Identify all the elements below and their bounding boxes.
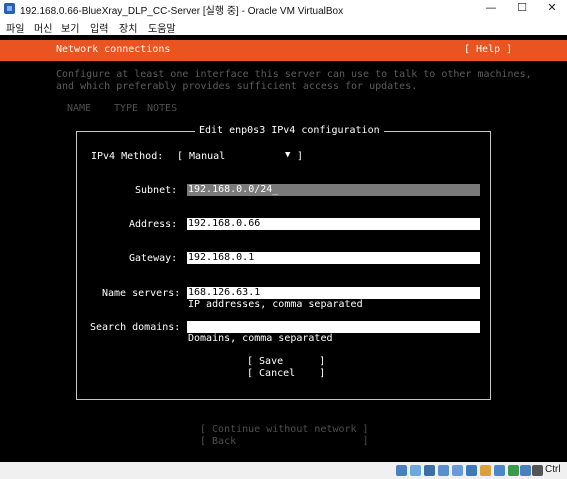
dropdown-arrow-icon[interactable]: ▼ [285,150,290,160]
minimize-button[interactable]: — [476,0,506,17]
column-name: NAME [67,103,92,114]
address-input[interactable]: 192.168.0.66 [187,218,480,230]
vm-screen[interactable]: Network connections [ Help ] Configure a… [0,35,567,462]
usb-icon[interactable] [452,465,463,476]
menu-devices[interactable]: 장치 [119,20,137,35]
display-icon[interactable] [480,465,491,476]
ipv4-method-select[interactable]: [ Manual [177,151,225,162]
menubar: 파일 머신 보기 입력 장치 도움말 [0,17,567,35]
search-domains-hint: Domains, comma separated [188,333,333,344]
vm-statusbar: Ctrl [0,462,567,479]
host-key-label: Ctrl [545,464,561,475]
close-button[interactable]: ✕ [537,0,567,17]
menu-view[interactable]: 보기 [61,20,79,35]
maximize-button[interactable]: ☐ [507,0,537,17]
virtualbox-icon [4,3,15,14]
gateway-input[interactable]: 192.168.0.1 [187,252,480,264]
header-title: Network connections [56,44,171,55]
continue-without-network-button[interactable]: [ Continue without network ] [200,424,369,435]
ipv4-config-dialog: Edit enp0s3 IPv4 configuration IPv4 Meth… [76,125,491,400]
column-notes: NOTES [147,103,178,114]
save-button[interactable]: [ Save ] [247,356,325,367]
menu-input[interactable]: 입력 [90,20,108,35]
cancel-button[interactable]: [ Cancel ] [247,368,325,379]
back-button[interactable]: [ Back ] [200,436,369,447]
column-type: TYPE [114,103,139,114]
cpu-icon[interactable] [508,465,519,476]
optical-drive-icon[interactable] [410,465,421,476]
gateway-label: Gateway: [129,253,178,264]
search-domains-input[interactable] [187,321,480,333]
description-line: and which preferably provides sufficient… [56,81,418,92]
hard-disk-icon[interactable] [396,465,407,476]
name-servers-label: Name servers: [102,288,181,299]
installer-header: Network connections [ Help ] [0,40,567,61]
name-servers-input[interactable]: 168.126.63.1 [187,287,480,299]
subnet-label: Subnet: [135,185,178,196]
address-label: Address: [129,219,178,230]
description-line: Configure at least one interface this se… [56,69,532,80]
menu-machine[interactable]: 머신 [34,20,52,35]
audio-icon[interactable] [424,465,435,476]
video-capture-icon[interactable] [494,465,505,476]
ipv4-method-bracket: ] [297,151,304,162]
shared-folder-icon[interactable] [466,465,477,476]
subnet-input[interactable]: 192.168.0.0/24_ [187,184,480,196]
ipv4-method-label: IPv4 Method: [91,151,164,162]
window-title: 192.168.0.66-BlueXray_DLP_CC-Server [실행 … [20,6,344,17]
keyboard-icon[interactable] [532,465,543,476]
dialog-title: Edit enp0s3 IPv4 configuration [195,125,384,136]
network-icon[interactable] [438,465,449,476]
name-servers-hint: IP addresses, comma separated [188,299,363,310]
help-button[interactable]: [ Help ] [464,44,512,55]
menu-help[interactable]: 도움말 [148,20,176,35]
window-titlebar: 192.168.0.66-BlueXray_DLP_CC-Server [실행 … [0,0,567,17]
search-domains-label: Search domains: [90,322,181,333]
mouse-integration-icon[interactable] [520,465,531,476]
menu-file[interactable]: 파일 [6,20,24,35]
